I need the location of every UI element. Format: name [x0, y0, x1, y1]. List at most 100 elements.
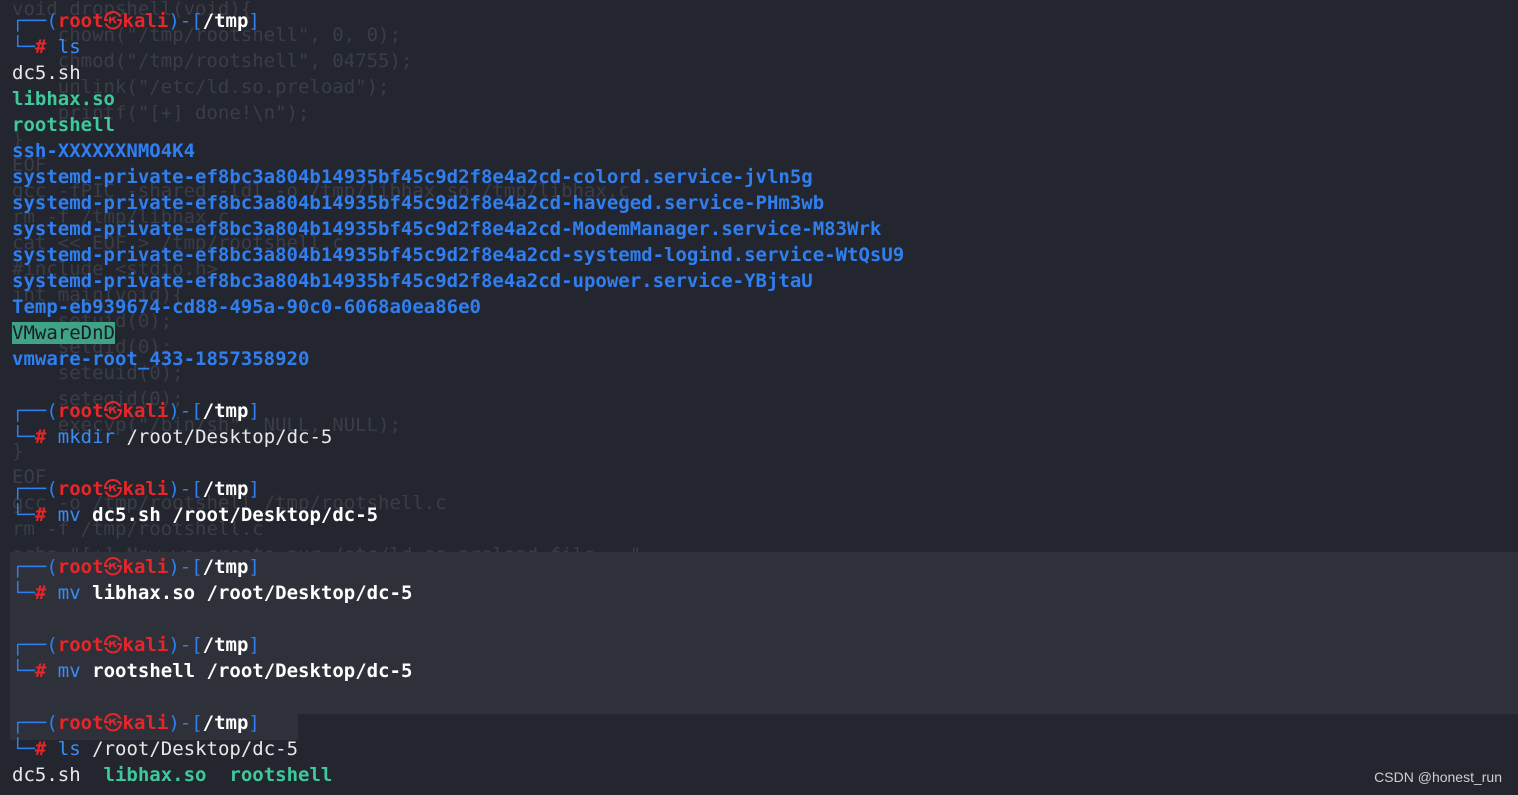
file-name: systemd-private-ef8bc3a804b14935bf45c9d2…: [12, 192, 825, 214]
prompt-user: root: [57, 400, 104, 422]
command-line[interactable]: └─# mv libhax.so /root/Desktop/dc-5: [12, 580, 412, 606]
prompt-corner: └─: [12, 660, 35, 682]
command-name: mv: [57, 660, 81, 682]
prompt-user: root: [57, 10, 104, 32]
watermark: CSDN @honest_run: [1374, 769, 1502, 785]
prompt-mid: )-[: [168, 712, 203, 734]
file-name: rootshell: [12, 114, 115, 136]
ls-entry: dc5.sh: [12, 60, 81, 86]
ls-entry: systemd-private-ef8bc3a804b14935bf45c9d2…: [12, 164, 813, 190]
prompt-close: ]: [248, 478, 260, 500]
file-name: systemd-private-ef8bc3a804b14935bf45c9d2…: [12, 166, 813, 188]
prompt-open: ┌──(: [12, 712, 58, 734]
ls-entry: Temp-eb939674-cd88-495a-90c0-6068a0ea86e…: [12, 294, 481, 320]
prompt-path: /tmp: [202, 400, 249, 422]
prompt-host: kali: [122, 478, 169, 500]
command-args: /root/Desktop/dc-5: [92, 738, 299, 760]
command-name: mv: [57, 504, 81, 526]
prompt-corner: └─: [12, 738, 35, 760]
prompt-user: root: [57, 478, 104, 500]
prompt-path: /tmp: [202, 478, 249, 500]
prompt-path: /tmp: [202, 10, 249, 32]
command-line[interactable]: └─# ls /root/Desktop/dc-5: [12, 736, 298, 762]
prompt-user: root: [57, 556, 104, 578]
prompt-open: ┌──(: [12, 556, 58, 578]
ls-entry: ssh-XXXXXXNMO4K4: [12, 138, 195, 164]
file-name: systemd-private-ef8bc3a804b14935bf45c9d2…: [12, 244, 905, 266]
ls-entry: systemd-private-ef8bc3a804b14935bf45c9d2…: [12, 268, 813, 294]
prompt-line: ┌──(root㉿kali)-[/tmp]: [12, 632, 260, 658]
prompt-line: ┌──(root㉿kali)-[/tmp]: [12, 8, 260, 34]
prompt-close: ]: [248, 634, 260, 656]
prompt-host: kali: [122, 556, 169, 578]
prompt-user: root: [57, 634, 104, 656]
ls-entry: rootshell: [12, 112, 115, 138]
prompt-host: kali: [122, 634, 169, 656]
command-args: dc5.sh /root/Desktop/dc-5: [92, 504, 379, 526]
file-name: vmware-root_433-1857358920: [12, 348, 310, 370]
command-line[interactable]: └─# ls: [12, 34, 81, 60]
file-name: dc5.sh: [12, 764, 81, 786]
command-args: /root/Desktop/dc-5: [126, 426, 333, 448]
prompt-at-icon: ㉿: [103, 556, 123, 578]
prompt-corner: └─: [12, 426, 35, 448]
prompt-at-icon: ㉿: [103, 10, 123, 32]
prompt-at-icon: ㉿: [103, 634, 123, 656]
command-name: mkdir: [57, 426, 115, 448]
command-line[interactable]: └─# mkdir /root/Desktop/dc-5: [12, 424, 332, 450]
prompt-mid: )-[: [168, 10, 203, 32]
command-args: rootshell /root/Desktop/dc-5: [92, 660, 413, 682]
file-name: dc5.sh: [12, 62, 81, 84]
file-name: systemd-private-ef8bc3a804b14935bf45c9d2…: [12, 270, 813, 292]
prompt-hash: #: [34, 426, 47, 448]
prompt-host: kali: [122, 10, 169, 32]
ls-entry: vmware-root_433-1857358920: [12, 346, 309, 372]
prompt-line: ┌──(root㉿kali)-[/tmp]: [12, 554, 260, 580]
prompt-host: kali: [122, 712, 169, 734]
prompt-host: kali: [122, 400, 169, 422]
command-args: libhax.so /root/Desktop/dc-5: [92, 582, 413, 604]
file-name: systemd-private-ef8bc3a804b14935bf45c9d2…: [12, 218, 882, 240]
prompt-mid: )-[: [168, 634, 203, 656]
terminal-window[interactable]: void dropshell(void){ chown("/tmp/rootsh…: [0, 0, 1518, 795]
prompt-close: ]: [248, 712, 260, 734]
prompt-hash: #: [34, 582, 47, 604]
command-line[interactable]: └─# mv dc5.sh /root/Desktop/dc-5: [12, 502, 378, 528]
prompt-open: ┌──(: [12, 400, 58, 422]
prompt-mid: )-[: [168, 400, 203, 422]
prompt-corner: └─: [12, 36, 35, 58]
ls-entry: systemd-private-ef8bc3a804b14935bf45c9d2…: [12, 190, 824, 216]
prompt-path: /tmp: [202, 634, 249, 656]
prompt-open: ┌──(: [12, 634, 58, 656]
file-name: libhax.so: [103, 764, 207, 786]
prompt-close: ]: [248, 10, 260, 32]
prompt-line: ┌──(root㉿kali)-[/tmp]: [12, 710, 260, 736]
ls-entry: libhax.so: [12, 86, 115, 112]
prompt-at-icon: ㉿: [103, 712, 123, 734]
prompt-corner: └─: [12, 504, 35, 526]
file-name: VMwareDnD: [12, 322, 115, 344]
file-name: rootshell: [229, 764, 333, 786]
ls-entry: systemd-private-ef8bc3a804b14935bf45c9d2…: [12, 242, 904, 268]
prompt-hash: #: [34, 738, 47, 760]
prompt-open: ┌──(: [12, 478, 58, 500]
prompt-mid: )-[: [168, 478, 203, 500]
prompt-line: ┌──(root㉿kali)-[/tmp]: [12, 476, 260, 502]
file-name: Temp-eb939674-cd88-495a-90c0-6068a0ea86e…: [12, 296, 481, 318]
command-line[interactable]: └─# mv rootshell /root/Desktop/dc-5: [12, 658, 412, 684]
prompt-user: root: [57, 712, 104, 734]
file-name: ssh-XXXXXXNMO4K4: [12, 140, 196, 162]
prompt-hash: #: [34, 504, 47, 526]
prompt-mid: )-[: [168, 556, 203, 578]
file-name: libhax.so: [12, 88, 115, 110]
prompt-line: ┌──(root㉿kali)-[/tmp]: [12, 398, 260, 424]
prompt-at-icon: ㉿: [103, 478, 123, 500]
prompt-corner: └─: [12, 582, 35, 604]
command-name: ls: [57, 36, 81, 58]
ls-output-row: dc5.sh libhax.so rootshell: [12, 762, 332, 788]
ls-entry: VMwareDnD: [12, 320, 115, 346]
prompt-path: /tmp: [202, 556, 249, 578]
prompt-hash: #: [34, 660, 47, 682]
command-name: ls: [57, 738, 81, 760]
prompt-hash: #: [34, 36, 47, 58]
